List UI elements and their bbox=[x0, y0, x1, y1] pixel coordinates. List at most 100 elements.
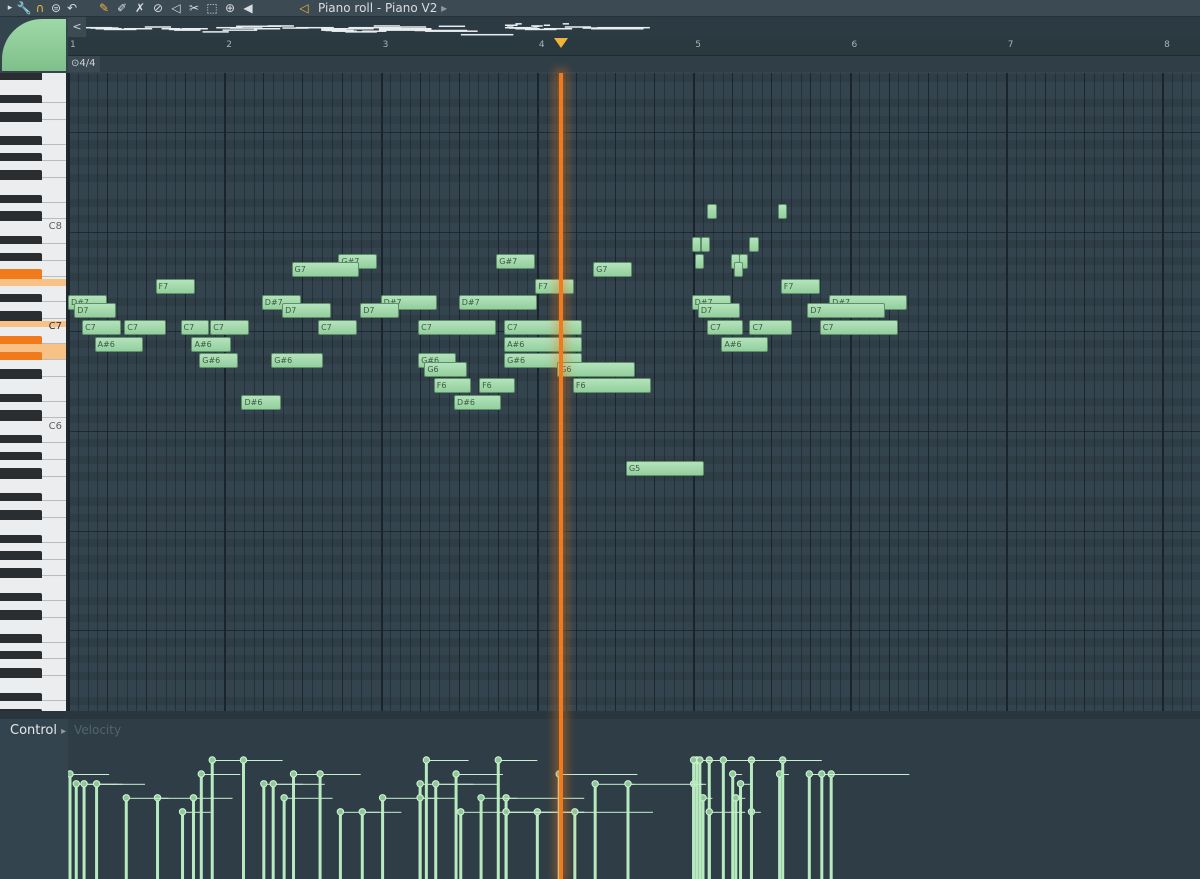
velocity-handle[interactable] bbox=[197, 770, 205, 778]
undo-icon[interactable]: ↶ bbox=[64, 0, 80, 16]
pencil-icon[interactable]: ✎ bbox=[96, 0, 112, 16]
velocity-handle[interactable] bbox=[189, 794, 198, 802]
velocity-bar[interactable] bbox=[124, 797, 128, 879]
velocity-bar[interactable] bbox=[271, 783, 275, 879]
velocity-bar[interactable] bbox=[381, 797, 385, 879]
delete-icon[interactable]: ✗ bbox=[132, 0, 148, 16]
velocity-handle[interactable] bbox=[260, 780, 268, 788]
velocity-bar[interactable] bbox=[695, 760, 699, 879]
velocity-bars[interactable] bbox=[68, 719, 1200, 879]
note[interactable]: D#7 bbox=[458, 295, 537, 311]
velocity-bar[interactable] bbox=[820, 774, 824, 879]
note[interactable]: C7 bbox=[124, 320, 167, 335]
song-overview[interactable] bbox=[86, 17, 1200, 37]
zoom-icon[interactable]: ⊕ bbox=[222, 0, 238, 16]
note[interactable]: C7 bbox=[749, 320, 792, 335]
velocity-handle[interactable] bbox=[805, 770, 813, 778]
velocity-bar[interactable] bbox=[434, 783, 438, 879]
note[interactable]: C7 bbox=[82, 320, 122, 335]
velocity-handle[interactable] bbox=[477, 794, 485, 802]
note[interactable]: D7 bbox=[697, 303, 741, 319]
velocity-handle[interactable] bbox=[269, 780, 277, 788]
velocity-handle[interactable] bbox=[280, 794, 288, 802]
note[interactable]: D7 bbox=[360, 303, 400, 319]
velocity-handle[interactable] bbox=[502, 794, 510, 802]
overview-scroll-left-button[interactable]: < bbox=[68, 17, 86, 37]
velocity-handle[interactable] bbox=[416, 780, 424, 788]
velocity-bar[interactable] bbox=[156, 797, 160, 879]
note[interactable]: D#6 bbox=[454, 394, 501, 410]
velocity-bar[interactable] bbox=[338, 811, 342, 879]
note[interactable]: C7 bbox=[418, 320, 497, 335]
note[interactable]: F7 bbox=[780, 278, 820, 294]
note[interactable]: D7 bbox=[282, 303, 331, 319]
velocity-handle[interactable] bbox=[416, 794, 424, 802]
velocity-handle[interactable] bbox=[696, 756, 704, 764]
velocity-handle[interactable] bbox=[422, 756, 431, 764]
velocity-handle[interactable] bbox=[289, 770, 298, 778]
note[interactable]: D#6 bbox=[241, 394, 281, 410]
velocity-bar[interactable] bbox=[496, 760, 500, 879]
select-icon[interactable]: ⬚ bbox=[204, 0, 220, 16]
note[interactable]: G#6 bbox=[271, 353, 323, 369]
velocity-bar[interactable] bbox=[573, 811, 577, 879]
mute-icon[interactable]: ⊘ bbox=[150, 0, 166, 16]
velocity-bar[interactable] bbox=[698, 760, 702, 879]
velocity-bar[interactable] bbox=[418, 797, 422, 879]
playback-icon[interactable]: ◀ bbox=[240, 0, 256, 16]
note-grid[interactable]: G#7G#7G7G7F7F7F7D#7D#7D#7D#7D#7D#7D7D7D7… bbox=[68, 73, 1200, 711]
velocity-handle[interactable] bbox=[208, 756, 216, 764]
piano-keyboard[interactable]: C8 C7 C6 bbox=[0, 73, 68, 711]
velocity-bar[interactable] bbox=[95, 783, 99, 879]
note[interactable] bbox=[777, 203, 787, 219]
note[interactable]: A#6 bbox=[504, 336, 583, 352]
note[interactable]: G7 bbox=[593, 261, 633, 277]
velocity-bar[interactable] bbox=[701, 797, 705, 879]
velocity-bar[interactable] bbox=[424, 760, 428, 879]
note[interactable] bbox=[694, 253, 705, 269]
slip-icon[interactable]: ◁ bbox=[168, 0, 184, 16]
velocity-bar[interactable] bbox=[74, 783, 78, 879]
velocity-bar[interactable] bbox=[734, 797, 738, 879]
velocity-handle[interactable] bbox=[624, 780, 632, 788]
note[interactable] bbox=[707, 203, 717, 219]
velocity-bar[interactable] bbox=[241, 760, 245, 879]
note[interactable]: F6 bbox=[479, 378, 515, 394]
note[interactable]: C7 bbox=[318, 320, 358, 335]
velocity-handle[interactable] bbox=[732, 794, 740, 802]
note[interactable]: G6 bbox=[424, 361, 467, 377]
note[interactable]: C7 bbox=[707, 320, 744, 335]
note[interactable] bbox=[749, 237, 759, 252]
velocity-bar[interactable] bbox=[807, 774, 811, 879]
velocity-bar[interactable] bbox=[454, 774, 458, 879]
note[interactable]: D7 bbox=[807, 303, 886, 319]
note[interactable]: G6 bbox=[557, 361, 636, 377]
note[interactable] bbox=[691, 237, 701, 252]
velocity-bar[interactable] bbox=[535, 811, 539, 879]
velocity-bar[interactable] bbox=[68, 774, 72, 879]
velocity-handle[interactable] bbox=[122, 794, 130, 802]
velocity-handle[interactable] bbox=[72, 780, 80, 788]
velocity-handle[interactable] bbox=[432, 780, 440, 788]
velocity-handle[interactable] bbox=[818, 770, 826, 778]
magnet-icon[interactable]: ∩ bbox=[32, 0, 48, 16]
velocity-handle[interactable] bbox=[316, 770, 324, 778]
velocity-bar[interactable] bbox=[282, 797, 286, 879]
velocity-handle[interactable] bbox=[68, 770, 74, 778]
note[interactable]: G#6 bbox=[199, 353, 239, 369]
velocity-handle[interactable] bbox=[494, 756, 502, 764]
velocity-bar[interactable] bbox=[749, 760, 753, 879]
velocity-bar[interactable] bbox=[181, 811, 185, 879]
note[interactable]: A#6 bbox=[191, 336, 231, 352]
velocity-handle[interactable] bbox=[736, 780, 745, 788]
velocity-handle[interactable] bbox=[452, 770, 460, 778]
velocity-handle[interactable] bbox=[729, 770, 737, 778]
velocity-handle[interactable] bbox=[92, 780, 101, 788]
note[interactable]: C7 bbox=[819, 320, 898, 335]
velocity-handle[interactable] bbox=[591, 780, 599, 788]
velocity-handle[interactable] bbox=[689, 756, 698, 764]
velocity-bar[interactable] bbox=[504, 811, 508, 879]
velocity-handle[interactable] bbox=[153, 794, 162, 802]
velocity-handle[interactable] bbox=[178, 808, 187, 816]
note[interactable]: F7 bbox=[155, 278, 195, 294]
